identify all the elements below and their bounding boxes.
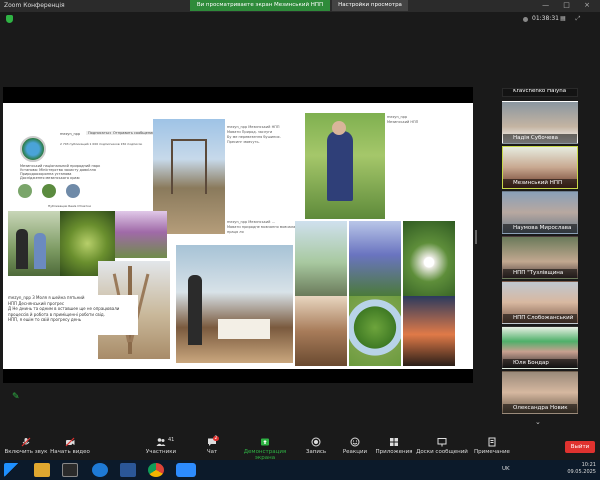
leave-button[interactable]: Выйти [565,441,595,453]
whiteboard-icon [437,438,447,447]
comment-line: Пресинг мовчуть. [227,140,260,144]
avatar [20,136,46,162]
notes-button[interactable]: Примечание [472,437,512,455]
os-taskbar: UK 10:21 09.05.2025 [0,460,600,480]
camera-off-icon [65,437,75,447]
record-button[interactable]: Запись [302,437,330,455]
view-options-button[interactable]: Настройки просмотра [332,0,408,11]
participant-tile[interactable]: Мезинський НПП [502,146,578,189]
participant-tile[interactable]: Kravchenko Halyna [502,88,578,97]
language-indicator[interactable]: UK [502,466,510,472]
photo-sunset [403,296,455,366]
chat-button[interactable]: 2 Чат [200,436,224,455]
notes-icon [488,437,496,447]
share-scroll-handle[interactable] [475,230,477,244]
word-icon[interactable] [120,463,136,477]
participant-tile[interactable]: Юля Бондар [502,326,578,369]
ig-follow-button[interactable]: Подписаться [86,131,114,135]
participants-button[interactable]: 41 Участники [143,437,179,455]
photo-group-outdoor [295,221,347,296]
windows-start-icon[interactable] [4,463,20,477]
photo-lupine-flowers [115,211,167,258]
photo-daisies [403,221,455,296]
photo-lupine-purple [349,221,401,296]
participant-tile[interactable]: НПП "Тузлівщина [502,236,578,279]
reactions-button[interactable]: Реакции [340,437,370,455]
post-comment-card: mezyn_npp Мезинський НПП [387,115,467,155]
record-icon [311,437,321,447]
share-screen-button[interactable]: Демонстрация экрана [234,437,296,461]
participants-count: 41 [168,437,175,443]
meeting-toolbar: Включить звук Начать видео 41 Участники … [0,436,600,461]
participant-tile[interactable]: Наумова Мирослава [502,191,578,234]
shield-icon[interactable] [6,15,13,23]
apps-icon [390,438,398,446]
meeting-topbar: 01:38:31 ▦ ⤢ [0,12,600,26]
view-grid-icon[interactable]: ▦ ⤢ [560,15,584,23]
app-title: Zoom Конференція [4,2,65,9]
whiteboard-button[interactable]: Доски сообщений [416,437,468,455]
window-controls[interactable]: — □ × [542,1,596,9]
ig-stats: 2 703 публикаций 1 000 подписчиков 150 п… [60,142,143,146]
file-explorer-icon[interactable] [34,463,50,477]
participants-icon [156,438,166,446]
recording-dot-icon [523,17,528,22]
chrome-icon[interactable] [148,463,164,477]
system-clock[interactable]: 10:21 09.05.2025 [567,462,596,476]
ig-username: mezyn_npp [60,132,81,136]
smile-icon [350,437,360,447]
media-player-icon[interactable] [62,463,78,477]
clock-date: 09.05.2025 [567,469,596,475]
photo-nest [295,296,347,366]
apps-button[interactable]: Приложения [374,437,414,455]
ig-highlight[interactable] [18,184,32,198]
post-comment-card: mezyn_npp Мезинський НПП Мовати Природ. … [227,125,299,185]
start-video-button[interactable]: Начать видео [50,437,90,455]
mic-muted-icon [21,437,31,447]
ig-bio-line: Дослідження мезинського краю [20,176,80,180]
title-bar: Zoom Конференція Ви просматриваете экран… [0,0,600,12]
unmute-button[interactable]: Включить звук [4,437,48,455]
clock-time: 10:21 [581,462,596,468]
comment-line: праця ля [227,230,244,234]
photo-green-tree [349,296,401,366]
annotate-pen-icon[interactable]: ✎ [12,392,22,402]
instagram-profile-card: mezyn_npp Подписаться Отправить сообщени… [8,118,157,208]
photo-boy-at-window [176,245,293,363]
participant-tile[interactable]: Олександра Новик [502,371,578,414]
zoom-taskbar-icon[interactable] [176,463,196,477]
photo-man-in-garden [305,113,385,219]
caption-line: Д Не днинь та одним в оставшее ще не опр… [8,306,120,311]
meeting-timer: 01:38:31 [532,15,559,22]
photo-group-in-forest [8,211,60,276]
ig-message-button[interactable]: Отправить сообщение [111,131,157,135]
caption-line: НПП, я ешім то свій прогресу день [8,317,82,322]
chat-badge: 2 [213,436,219,441]
post-comment-card: mezyn_npp Мезинський ... Мовати природне… [227,220,297,240]
participant-tile[interactable]: Надія Субочева [502,101,578,144]
participant-tile[interactable]: НПП Слобожанський [502,281,578,324]
post-caption: mezyn_npp 3 Моля я шейна пятьний НПП Дес… [8,295,138,335]
shared-screen: mezyn_npp Подписаться Отправить сообщени… [3,87,473,383]
chevron-down-icon[interactable]: ⌄ [535,418,541,426]
ig-highlight[interactable] [66,184,80,198]
comment-line: Мезинський НПП [387,120,419,124]
share-banner: Ви просматриваете экран Мезинський НПП [190,0,330,11]
edge-browser-icon[interactable] [92,463,108,477]
share-screen-icon [261,438,269,446]
ig-highlight[interactable] [42,184,56,198]
collage-slide: mezyn_npp Подписаться Отправить сообщени… [3,103,473,369]
ig-tabs: Публикации Reels Отметки [48,204,92,208]
